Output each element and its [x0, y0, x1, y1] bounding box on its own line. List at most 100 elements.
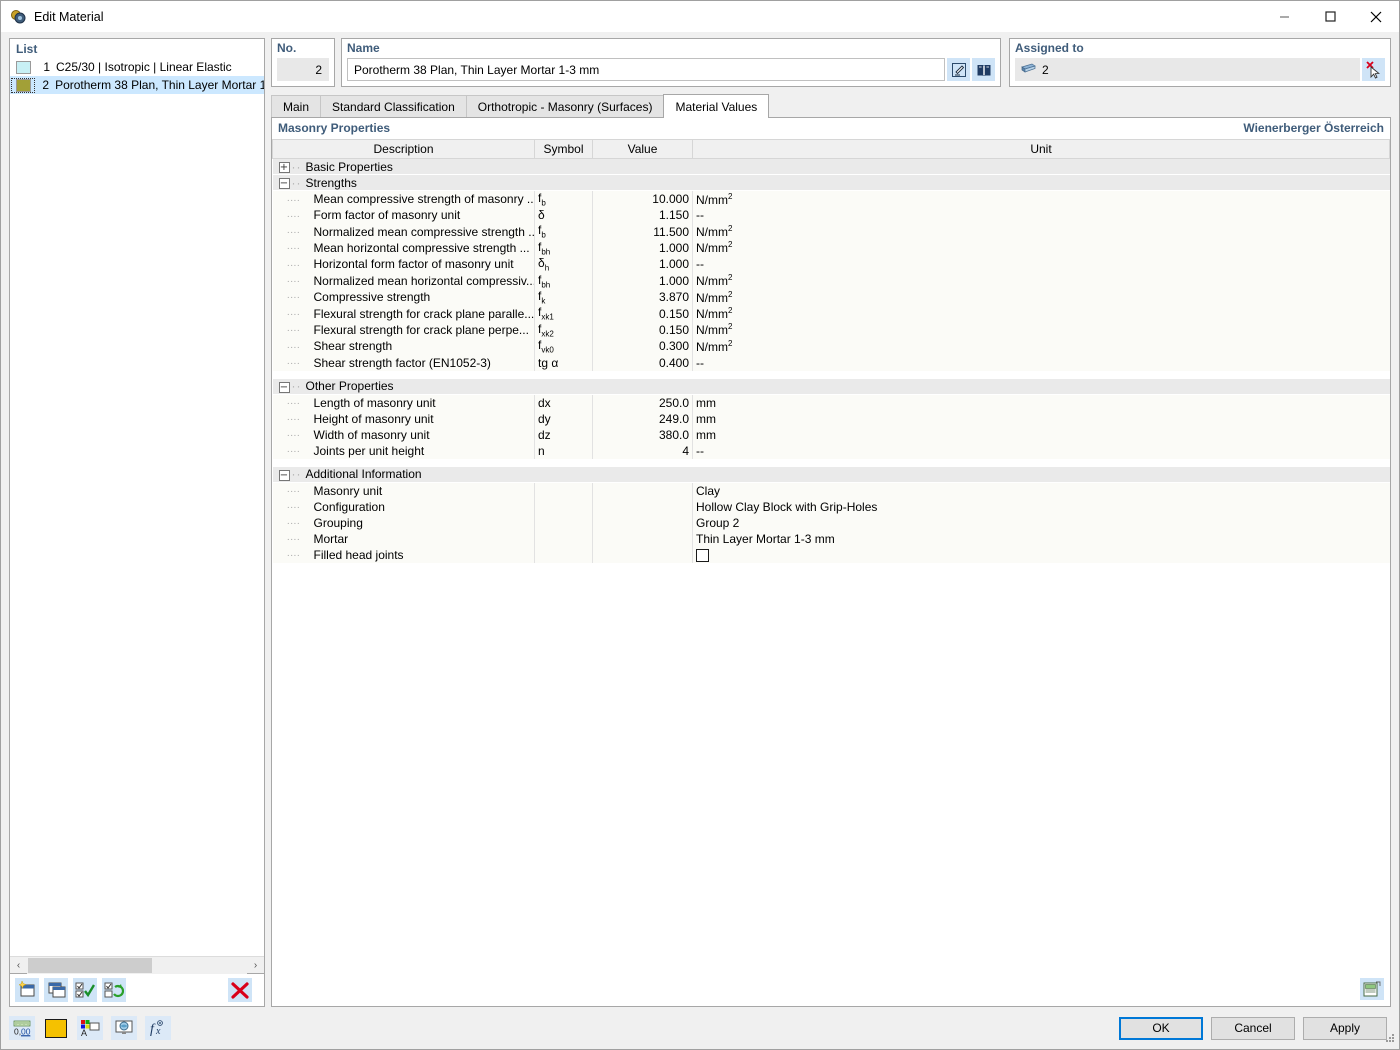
cell-value[interactable]: 1.000: [592, 272, 693, 289]
cell-value[interactable]: 3.870: [592, 288, 693, 306]
col-unit[interactable]: Unit: [692, 139, 1390, 159]
cell-value[interactable]: 1.150: [592, 207, 693, 224]
decimal-places-button[interactable]: 0, 00: [9, 1016, 35, 1040]
cell-value[interactable]: 0.300: [592, 338, 693, 355]
table-group-row[interactable]: − ·· Other Properties: [272, 378, 1390, 396]
cell-value[interactable]: 380.0: [592, 426, 693, 443]
table-row[interactable]: ···· Compressive strength fk 3.870 N/mm2: [272, 288, 1390, 306]
new-material-button[interactable]: [15, 978, 39, 1002]
table-row[interactable]: ···· Filled head joints: [272, 546, 1390, 563]
tab-orthotropic-masonry-surfaces[interactable]: Orthotropic - Masonry (Surfaces): [465, 95, 665, 117]
table-row[interactable]: ···· Length of masonry unit dx 250.0 mm: [272, 394, 1390, 411]
table-row[interactable]: ···· Normalized mean horizontal compressi…: [272, 272, 1390, 289]
table-row[interactable]: ···· Flexural strength for crack plane pa…: [272, 305, 1390, 322]
cell-value[interactable]: 10.000: [592, 190, 693, 208]
ok-button[interactable]: OK: [1119, 1016, 1203, 1040]
row-description: Normalized mean horizontal compressiv...: [313, 273, 535, 288]
cell-value[interactable]: 249.0: [592, 410, 693, 427]
scroll-right-arrow[interactable]: ›: [247, 957, 264, 974]
table-group-row[interactable]: − ·· Additional Information: [272, 466, 1390, 484]
list-horizontal-scrollbar[interactable]: ‹ ›: [10, 956, 264, 974]
resize-grip[interactable]: [1384, 1032, 1396, 1047]
table-row[interactable]: ···· Flexural strength for crack plane pe…: [272, 321, 1390, 339]
table-row[interactable]: ···· Form factor of masonry unit δ 1.150 --: [272, 207, 1390, 224]
cell-value[interactable]: 0.400: [592, 354, 693, 371]
scroll-track[interactable]: [27, 956, 247, 974]
table-row[interactable]: ···· Horizontal form factor of masonry un…: [272, 256, 1390, 273]
table-row[interactable]: ···· Height of masonry unit dy 249.0 mm: [272, 410, 1390, 427]
table-group-row[interactable]: − ·· Strengths: [272, 174, 1390, 191]
table-row[interactable]: ···· Normalized mean compressive strength…: [272, 223, 1390, 240]
close-button[interactable]: [1353, 1, 1399, 32]
apply-button[interactable]: Apply: [1303, 1016, 1387, 1040]
cell-description: ···· Width of masonry unit: [272, 426, 535, 443]
assigned-to-row: 2: [1015, 58, 1385, 81]
table-row[interactable]: ···· Configuration Hollow Clay Block with …: [272, 498, 1390, 515]
delete-material-button[interactable]: [228, 978, 252, 1002]
material-color-swatch[interactable]: [16, 78, 31, 92]
table-group-row[interactable]: + ·· Basic Properties: [272, 158, 1390, 175]
collapse-icon[interactable]: −: [278, 177, 290, 189]
tree-connector: ····: [275, 325, 300, 337]
table-row[interactable]: ···· Width of masonry unit dz 380.0 mm: [272, 426, 1390, 443]
cell-description: ···· Flexural strength for crack plane pe…: [272, 321, 535, 339]
cell-value[interactable]: 1.000: [592, 256, 693, 273]
cancel-button[interactable]: Cancel: [1211, 1016, 1295, 1040]
material-listbox[interactable]: List 1 C25/30 | Isotropic | Linear Elast…: [9, 38, 265, 974]
scroll-thumb[interactable]: [28, 957, 152, 973]
col-value[interactable]: Value: [592, 139, 693, 159]
table-row[interactable]: ···· Grouping Group 2: [272, 514, 1390, 531]
material-library-button[interactable]: [972, 58, 995, 81]
table-row[interactable]: ···· Shear strength factor (EN1052-3) tg α…: [272, 354, 1390, 371]
col-description[interactable]: Description: [272, 139, 535, 159]
material-color-swatch[interactable]: [16, 60, 31, 74]
cell-value[interactable]: 11.500: [592, 223, 693, 240]
pick-objects-button[interactable]: [1362, 58, 1385, 81]
render-view-button[interactable]: [111, 1016, 137, 1040]
minimize-button[interactable]: [1261, 1, 1307, 32]
tab-standard-classification[interactable]: Standard Classification: [320, 95, 467, 117]
tab-material-values[interactable]: Material Values: [663, 94, 770, 118]
cell-value[interactable]: 4: [592, 442, 693, 459]
table-row[interactable]: ···· Mean compressive strength of masonry…: [272, 190, 1390, 208]
formula-button[interactable]: f x: [145, 1016, 171, 1040]
cell-value[interactable]: 1.000: [592, 239, 693, 257]
cell-value[interactable]: [592, 482, 693, 499]
cell-value[interactable]: [592, 546, 693, 563]
row-description: Filled head joints: [313, 547, 404, 562]
expand-icon[interactable]: +: [278, 161, 290, 173]
list-item[interactable]: 2 Porotherm 38 Plan, Thin Layer Mortar 1…: [10, 76, 264, 94]
collapse-icon[interactable]: −: [278, 469, 290, 481]
display-properties-button[interactable]: A: [77, 1016, 103, 1040]
tab-main[interactable]: Main: [271, 95, 322, 117]
edit-name-button[interactable]: [947, 58, 970, 81]
cell-value[interactable]: 0.150: [592, 305, 693, 322]
table-settings-button[interactable]: [1360, 978, 1384, 1000]
table-row[interactable]: ···· Masonry unit Clay: [272, 482, 1390, 499]
table-row[interactable]: ···· Mean horizontal compressive strength…: [272, 239, 1390, 257]
scroll-left-arrow[interactable]: ‹: [10, 957, 27, 974]
cell-value[interactable]: 0.150: [592, 321, 693, 339]
color-button[interactable]: [43, 1016, 69, 1040]
bottom-bar: 0, 00 A f x OK Cancel Apply: [1, 1007, 1399, 1049]
row-description: Mortar: [313, 531, 349, 546]
cell-description: ···· Length of masonry unit: [272, 394, 535, 411]
cell-value[interactable]: [592, 498, 693, 515]
cell-value[interactable]: [592, 514, 693, 531]
table-row[interactable]: ···· Joints per unit height n 4 --: [272, 442, 1390, 459]
col-symbol[interactable]: Symbol: [534, 139, 593, 159]
table-row[interactable]: ···· Mortar Thin Layer Mortar 1-3 mm: [272, 530, 1390, 547]
table-row[interactable]: ···· Shear strength fvk0 0.300 N/mm2: [272, 338, 1390, 355]
collapse-icon[interactable]: −: [278, 381, 290, 393]
cell-value[interactable]: 250.0: [592, 394, 693, 411]
maximize-button[interactable]: [1307, 1, 1353, 32]
invert-selection-button[interactable]: [102, 978, 126, 1002]
color-swatch-icon: [45, 1018, 67, 1038]
assigned-to-field[interactable]: 2: [1015, 58, 1360, 81]
copy-material-button[interactable]: [44, 978, 68, 1002]
row-description: Form factor of masonry unit: [313, 208, 461, 223]
name-input[interactable]: Porotherm 38 Plan, Thin Layer Mortar 1-3…: [347, 58, 945, 81]
select-all-button[interactable]: [73, 978, 97, 1002]
list-item[interactable]: 1 C25/30 | Isotropic | Linear Elastic: [10, 58, 264, 76]
cell-value[interactable]: [592, 530, 693, 547]
